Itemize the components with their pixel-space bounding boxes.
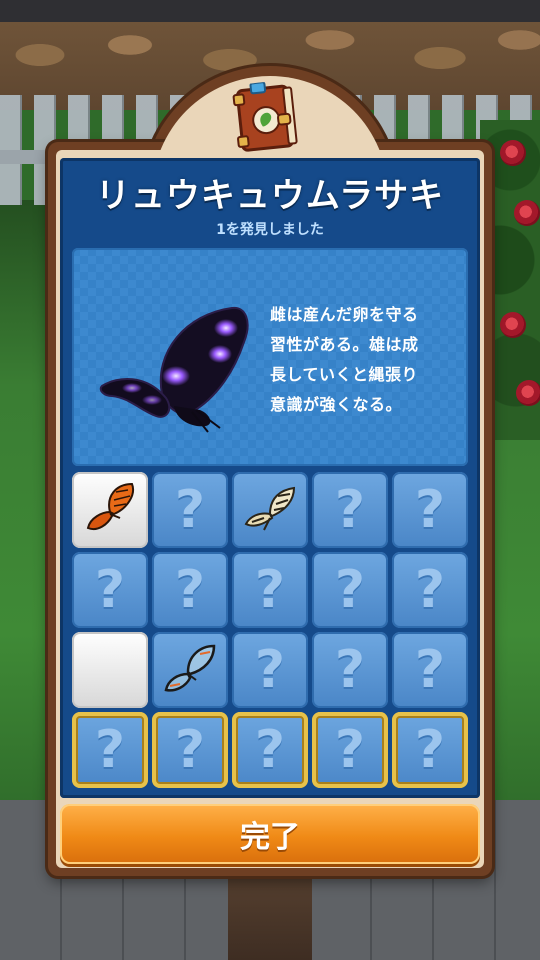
collection-slot-empty[interactable] <box>72 632 148 708</box>
question-mark-icon: ? <box>94 720 126 780</box>
question-mark-icon: ? <box>334 480 366 540</box>
species-title: リュウキュウムラサキ <box>95 176 445 216</box>
species-description: 雌は産んだ卵を守る 習性がある。雄は成 長していくと縄張り 意識が強くなる。 <box>270 305 419 414</box>
question-mark-icon: ? <box>94 560 126 620</box>
rose-icon <box>516 380 540 406</box>
purple-butterfly-icon <box>99 306 249 433</box>
question-mark-icon: ? <box>174 720 206 780</box>
rose-icon <box>500 140 526 166</box>
question-mark-icon: ? <box>334 640 366 700</box>
collection-grid: ???????????????? <box>72 472 468 790</box>
question-mark-icon: ? <box>414 560 446 620</box>
collection-slot-unknown[interactable]: ? <box>152 552 228 628</box>
collection-slot-unknown[interactable]: ? <box>232 632 308 708</box>
swallowtail-butterfly-icon <box>240 478 300 542</box>
done-button[interactable]: 完了 <box>60 804 480 864</box>
question-mark-icon: ? <box>174 480 206 540</box>
collection-slot-rare-unknown[interactable]: ? <box>312 712 388 788</box>
collection-slot-rare-unknown[interactable]: ? <box>392 712 468 788</box>
question-mark-icon: ? <box>414 480 446 540</box>
collection-slot-unknown[interactable]: ? <box>312 472 388 548</box>
collection-slot-unknown[interactable]: ? <box>312 552 388 628</box>
question-mark-icon: ? <box>254 720 286 780</box>
collection-slot-unknown[interactable]: ? <box>392 472 468 548</box>
encyclopedia-book-icon <box>232 81 298 152</box>
rose-icon <box>500 312 526 338</box>
question-mark-icon: ? <box>334 560 366 620</box>
collection-slot-unknown[interactable]: ? <box>232 552 308 628</box>
collection-slot-rare-unknown[interactable]: ? <box>152 712 228 788</box>
question-mark-icon: ? <box>254 560 286 620</box>
collection-slot-unknown[interactable]: ? <box>72 552 148 628</box>
collection-slot-found[interactable] <box>152 632 228 708</box>
orange-butterfly-icon <box>80 478 140 542</box>
collection-slot-rare-unknown[interactable]: ? <box>232 712 308 788</box>
question-mark-icon: ? <box>254 640 286 700</box>
question-mark-icon: ? <box>414 720 446 780</box>
collection-slot-found[interactable] <box>72 472 148 548</box>
collection-slot-rare-unknown[interactable]: ? <box>72 712 148 788</box>
collection-slot-unknown[interactable]: ? <box>392 632 468 708</box>
rose-icon <box>514 200 540 226</box>
question-mark-icon: ? <box>414 640 446 700</box>
collection-slot-unknown[interactable]: ? <box>152 472 228 548</box>
clearwing-butterfly-icon <box>160 638 220 702</box>
question-mark-icon: ? <box>334 720 366 780</box>
collection-slot-found[interactable] <box>232 472 308 548</box>
discovery-count-text: 1を発見しました <box>216 222 324 238</box>
collection-slot-unknown[interactable]: ? <box>392 552 468 628</box>
collection-slot-unknown[interactable]: ? <box>312 632 388 708</box>
question-mark-icon: ? <box>174 560 206 620</box>
